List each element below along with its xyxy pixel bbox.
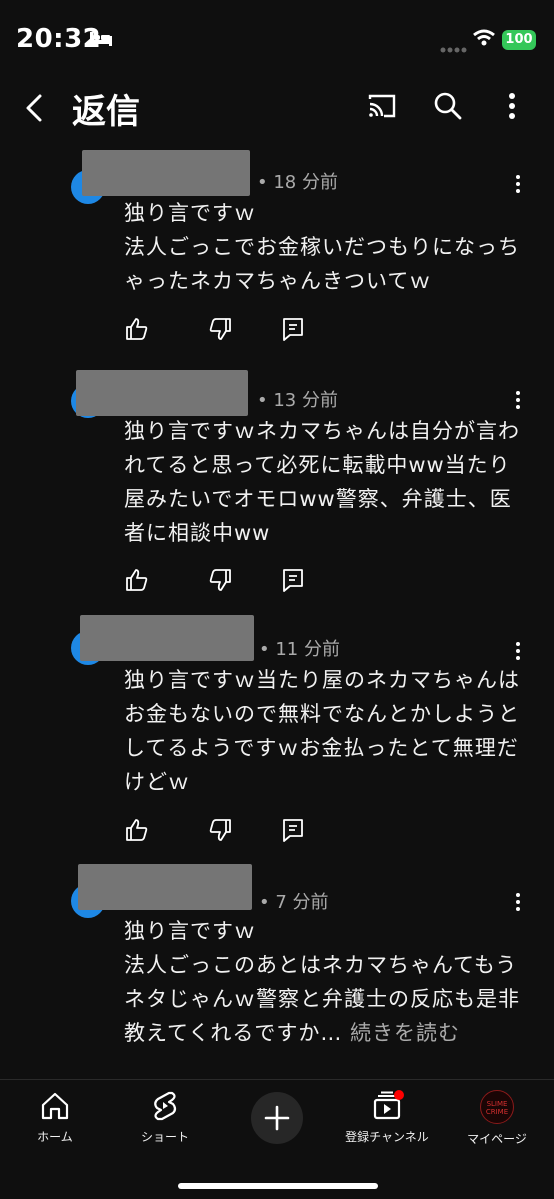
thumb-up-icon [126, 569, 148, 591]
comment-text: 独り言ですｗネカマちゃんは自分が言われてると思って必死に転載中ww当たり屋みたい… [124, 419, 520, 545]
comment-menu-button[interactable] [510, 639, 526, 663]
reply-icon [283, 819, 303, 842]
profile-avatar: SLIME CRIME [480, 1090, 514, 1124]
page-title: 返信 [72, 92, 140, 132]
nav-shorts[interactable]: ショート [115, 1086, 215, 1156]
status-bar: 20:32 100 [0, 0, 554, 80]
more-options-button[interactable] [500, 90, 524, 126]
author-name-redacted[interactable] [82, 150, 250, 196]
more-vert-icon [509, 93, 515, 119]
shorts-icon [154, 1091, 177, 1121]
comment-text-wrapper: 独り言ですｗ 法人ごっこのあとはネカマちゃんてもうネタじゃんｗ警察と弁護士の反応… [124, 914, 524, 1050]
search-icon [434, 92, 462, 120]
thumb-up-icon [126, 819, 148, 841]
read-more-link[interactable]: 続きを読む [350, 1021, 460, 1045]
more-vert-icon [516, 893, 520, 911]
thumb-up-icon [126, 318, 148, 340]
more-vert-icon [516, 642, 520, 660]
wifi-icon [472, 28, 496, 52]
reply-button[interactable] [280, 817, 306, 843]
like-button[interactable] [124, 316, 150, 342]
header: 返信 [0, 80, 554, 136]
like-button[interactable] [124, 567, 150, 593]
chevron-left-icon [26, 94, 42, 122]
reply-button[interactable] [280, 567, 306, 593]
more-vert-icon [516, 391, 520, 409]
author-name-redacted[interactable] [80, 615, 254, 661]
comment-time: • 11 分前 [259, 639, 340, 660]
nav-home[interactable]: ホーム [5, 1086, 105, 1156]
home-indicator [178, 1183, 378, 1189]
thumb-down-icon [209, 318, 231, 340]
notification-dot [394, 1090, 404, 1100]
home-icon [41, 1092, 69, 1120]
comment-menu-button[interactable] [510, 388, 526, 412]
nav-subscriptions-label: 登録チャンネル [345, 1130, 429, 1144]
comment-menu-button[interactable] [510, 890, 526, 914]
comment-actions [124, 316, 324, 342]
author-name-redacted[interactable] [76, 370, 248, 416]
author-name-redacted[interactable] [78, 864, 252, 910]
back-button[interactable] [20, 88, 50, 128]
comment-menu-button[interactable] [510, 172, 526, 196]
dislike-button[interactable] [207, 567, 233, 593]
comment-actions [124, 567, 324, 593]
dislike-button[interactable] [207, 817, 233, 843]
like-button[interactable] [124, 817, 150, 843]
signal-icon [440, 38, 468, 57]
more-vert-icon [516, 175, 520, 193]
comment-actions [124, 817, 324, 843]
dislike-button[interactable] [207, 316, 233, 342]
reply-icon [283, 569, 303, 592]
battery-icon: 100 [502, 30, 536, 50]
thumb-down-icon [209, 819, 231, 841]
comment-text: 独り言ですｗ 法人ごっこでお金稼いだつもりになっちゃったネカマちゃんきついてｗ [124, 201, 520, 293]
nav-home-label: ホーム [37, 1130, 73, 1144]
comment-time: • 7 分前 [259, 892, 329, 913]
cast-icon [368, 94, 396, 118]
create-button[interactable] [251, 1092, 303, 1144]
sleep-icon [89, 30, 113, 52]
nav-subscriptions[interactable]: 登録チャンネル [337, 1086, 437, 1156]
search-button[interactable] [432, 90, 464, 126]
comment-text: 独り言ですｗ 法人ごっこのあとはネカマちゃんてもうネタじゃんｗ警察と弁護士の反応… [124, 919, 520, 1045]
comment-time: • 13 分前 [257, 390, 338, 411]
reply-icon [283, 318, 303, 341]
comment-time: • 18 分前 [257, 172, 338, 193]
comment-text: 独り言ですｗ当たり屋のネカマちゃんはお金もないので無料でなんとかしようとしてるよ… [124, 668, 520, 794]
thumb-down-icon [209, 569, 231, 591]
nav-mypage-label: マイページ [467, 1132, 527, 1146]
nav-shorts-label: ショート [140, 1130, 189, 1144]
plus-icon [264, 1105, 290, 1131]
nav-mypage[interactable]: SLIME CRIME マイページ [447, 1086, 547, 1156]
reply-button[interactable] [280, 316, 306, 342]
bottom-navigation: ホーム ショート 登録チャンネル SLIME CRIME マイページ [0, 1079, 554, 1199]
cast-button[interactable] [366, 90, 398, 126]
